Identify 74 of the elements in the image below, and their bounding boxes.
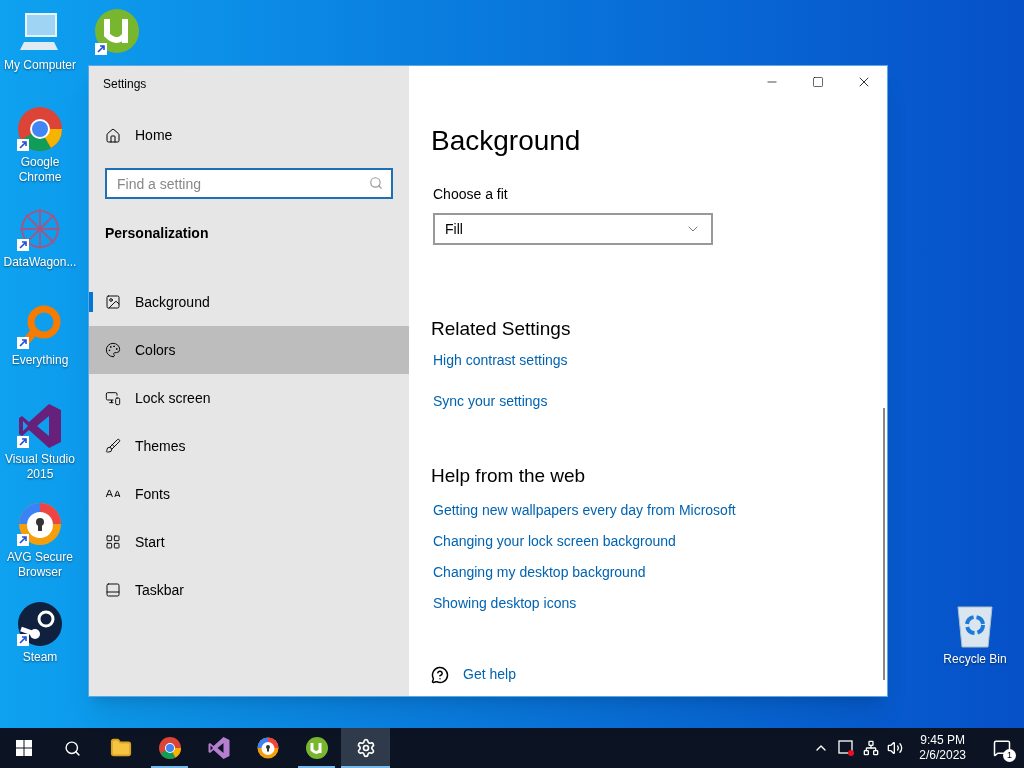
window-title: Settings — [103, 76, 148, 93]
bar-icon — [105, 582, 121, 598]
settings-icon — [355, 738, 376, 758]
recycle-bin-icon — [955, 603, 995, 649]
nav-item[interactable]: Colors — [89, 326, 409, 374]
section-heading: Help from the web — [431, 463, 587, 488]
volume-icon[interactable] — [887, 740, 904, 756]
notifications-button[interactable]: 1 — [980, 728, 1024, 768]
shortcut-arrow-icon — [17, 139, 29, 151]
maximize-icon — [812, 76, 824, 88]
chat-help-icon — [431, 665, 449, 684]
chrome-icon — [16, 105, 64, 153]
home-link[interactable]: Home — [105, 125, 409, 146]
running-indicator — [298, 766, 335, 768]
steam-icon — [17, 601, 63, 647]
folder-icon — [109, 737, 132, 759]
shortcut-label: Steam — [22, 650, 58, 665]
picture-frame-icon — [105, 294, 121, 310]
utorrent-icon — [93, 7, 141, 57]
section-heading: Personalization — [105, 224, 210, 243]
shortcut-label: DataWagon... — [3, 255, 77, 270]
taskbar-app[interactable] — [341, 728, 390, 768]
clock-time: 9:45 PM — [920, 733, 965, 748]
tiles-icon — [105, 534, 121, 550]
home-icon — [105, 127, 121, 144]
windows-logo-icon — [16, 740, 32, 756]
clock-date: 2/6/2023 — [919, 748, 966, 763]
running-indicator — [341, 766, 390, 768]
shortcut-arrow-icon — [17, 337, 29, 349]
nav-item[interactable]: Start — [89, 518, 409, 566]
shortcut-label: AVG Secure Browser — [6, 550, 74, 580]
settings-link[interactable]: High contrast settings — [433, 349, 568, 371]
shield-lock-icon — [256, 736, 279, 760]
nav-item[interactable]: Background — [89, 278, 409, 326]
nav-item[interactable]: Taskbar — [89, 566, 409, 614]
monitor-lock-icon — [105, 390, 121, 406]
palette-icon — [105, 342, 121, 358]
help-link[interactable]: Changing my desktop background — [433, 562, 646, 583]
page-title: Background — [431, 124, 582, 158]
shortcut-arrow-icon — [17, 534, 29, 546]
nav-item[interactable]: Themes — [89, 422, 409, 470]
shortcut-arrow-icon — [17, 436, 29, 448]
fit-label: Choose a fit — [433, 185, 509, 204]
running-indicator — [151, 766, 188, 768]
shortcut-label: My Computer — [4, 58, 76, 73]
shield-lock-icon — [17, 501, 63, 547]
search-icon — [63, 739, 81, 757]
clock[interactable]: 9:45 PM 2/6/2023 — [913, 733, 972, 763]
nav-item[interactable]: Fonts — [89, 470, 409, 518]
search-icon — [369, 176, 383, 190]
shortcut-arrow-icon — [17, 634, 29, 646]
fit-dropdown[interactable]: Fill — [433, 213, 713, 245]
notification-count: 1 — [1003, 749, 1016, 762]
visual-studio-icon — [17, 402, 63, 450]
shortcut-label: Visual Studio 2015 — [4, 452, 76, 482]
shortcut-label: Everything — [11, 353, 69, 368]
visual-studio-icon — [206, 736, 231, 760]
desktop-shortcut[interactable]: Recycle Bin — [937, 602, 1013, 667]
help-link[interactable]: Showing desktop icons — [433, 593, 577, 614]
help-link[interactable]: Getting new wallpapers every day from Microsoft — [433, 500, 736, 521]
utorrent-icon — [304, 736, 329, 760]
nav-item[interactable]: Lock screen — [89, 374, 409, 422]
shortcut-label: Recycle Bin — [943, 652, 1007, 667]
shortcut-label: Google Chrome — [17, 155, 63, 185]
message-icon — [993, 739, 1011, 757]
settings-link[interactable]: Sync your settings — [433, 390, 548, 412]
help-link[interactable]: Changing your lock screen background — [433, 531, 676, 552]
brush-icon — [105, 438, 121, 454]
search-field[interactable]: Find a setting — [105, 168, 393, 199]
network-icon[interactable] — [863, 740, 880, 756]
section-heading: Related Settings — [431, 317, 572, 341]
chrome-icon — [157, 736, 182, 760]
get-help-link[interactable]: Get help — [463, 664, 516, 685]
shortcut-arrow-icon — [17, 239, 29, 251]
